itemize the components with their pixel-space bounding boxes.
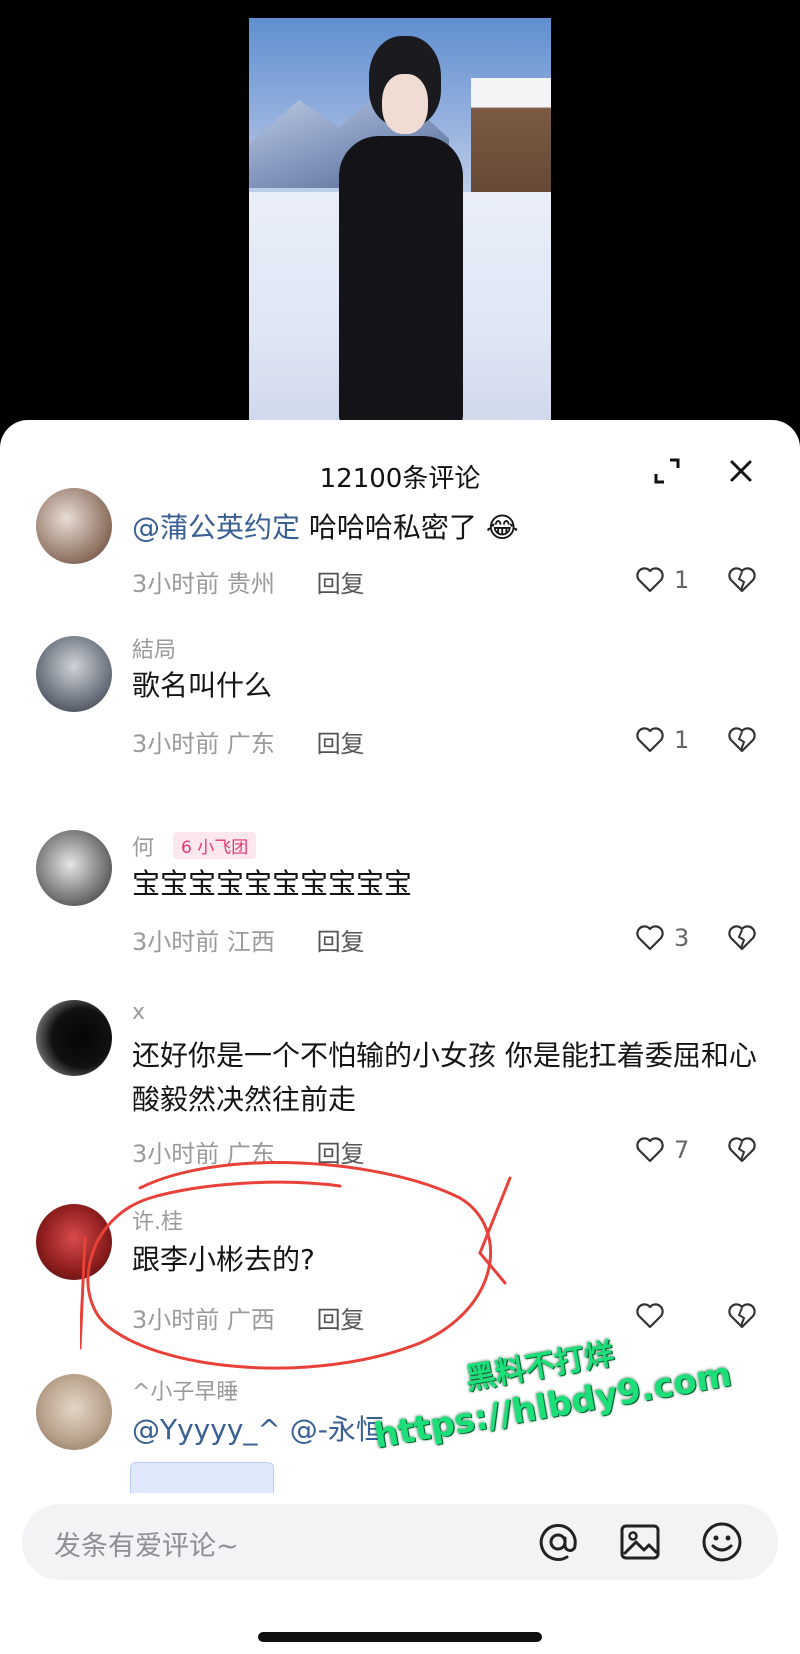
comment-time: 3小时前 <box>132 570 220 598</box>
like-button[interactable]: 1 <box>634 724 694 756</box>
broken-heart-icon[interactable] <box>726 1134 758 1166</box>
broken-heart-icon[interactable] <box>726 564 758 596</box>
comment-text: 宝宝宝宝宝宝宝宝宝宝 <box>132 867 413 900</box>
expand-icon[interactable] <box>652 456 682 486</box>
person-figure <box>331 36 471 422</box>
heart-icon <box>636 567 664 593</box>
emoji-icon[interactable] <box>700 1520 744 1564</box>
comment-input[interactable]: 发条有爱评论~ <box>54 1524 239 1563</box>
comment-location: 广东 <box>226 730 275 758</box>
reply-button[interactable]: 回复 <box>317 570 365 598</box>
heart-icon <box>636 1137 664 1163</box>
comment-text: 还好你是一个不怕输的小女孩 你是能扛着委屈和心酸毅然决然往前走 <box>132 1039 757 1116</box>
sheet-header: 12100条评论 <box>0 420 800 500</box>
comment-time: 3小时前 <box>132 730 220 758</box>
like-count: 3 <box>674 924 690 952</box>
avatar[interactable] <box>36 488 112 564</box>
mention-link[interactable]: @Yyyyy_^ @-永恒 <box>132 1413 384 1446</box>
comment-input-bar[interactable]: 发条有爱评论~ <box>22 1504 778 1580</box>
attached-image-thumbnail[interactable] <box>130 1462 274 1493</box>
comment-location: 贵州 <box>226 570 275 598</box>
like-count: 7 <box>674 1136 690 1164</box>
comment-username[interactable]: x <box>132 1000 145 1025</box>
comment-location: 江西 <box>226 928 275 956</box>
video-thumbnail[interactable] <box>249 18 551 422</box>
username-text: 何 <box>132 836 155 861</box>
avatar[interactable] <box>36 1000 112 1076</box>
comment-username[interactable]: ^小子早睡 <box>132 1374 238 1406</box>
like-button[interactable]: 7 <box>634 1134 694 1166</box>
comment-text: 歌名叫什么 <box>132 669 273 702</box>
heart-icon <box>636 925 664 951</box>
comment-body: 哈哈哈私密了 <box>300 511 477 544</box>
comment-time: 3小时前 <box>132 928 220 956</box>
image-icon[interactable] <box>618 1520 662 1564</box>
broken-heart-icon[interactable] <box>726 1300 758 1332</box>
reply-button[interactable]: 回复 <box>317 730 365 758</box>
mention-link[interactable]: @蒲公英约定 <box>132 511 300 544</box>
broken-heart-icon[interactable] <box>726 724 758 756</box>
broken-heart-icon[interactable] <box>726 922 758 954</box>
fan-club-badge: 6 小飞团 <box>173 832 257 859</box>
like-button[interactable]: 1 <box>634 564 694 596</box>
comment-username[interactable]: 結局 <box>132 632 176 664</box>
home-indicator[interactable] <box>258 1632 542 1642</box>
annotation-circle <box>80 1161 512 1370</box>
like-count: 1 <box>674 566 690 594</box>
avatar[interactable] <box>36 636 112 712</box>
video-area[interactable] <box>0 0 800 440</box>
comment-meta: 3小时前 贵州 回复 <box>132 564 365 599</box>
at-mention-icon[interactable] <box>536 1520 580 1564</box>
avatar[interactable] <box>36 830 112 906</box>
avatar[interactable] <box>36 1374 112 1450</box>
comment-text: @蒲公英约定 哈哈哈私密了 😂 <box>132 506 772 550</box>
comment-meta: 3小时前 江西 回复 <box>132 922 365 957</box>
heart-icon <box>636 727 664 753</box>
like-count: 1 <box>674 726 690 754</box>
close-icon[interactable] <box>726 456 756 486</box>
comment-meta: 3小时前 广东 回复 <box>132 724 365 759</box>
laughing-emoji-icon: 😂 <box>485 511 519 544</box>
comment-username[interactable]: 何 6 小飞团 <box>132 830 257 862</box>
reply-button[interactable]: 回复 <box>317 928 365 956</box>
like-button[interactable]: 3 <box>634 922 694 954</box>
